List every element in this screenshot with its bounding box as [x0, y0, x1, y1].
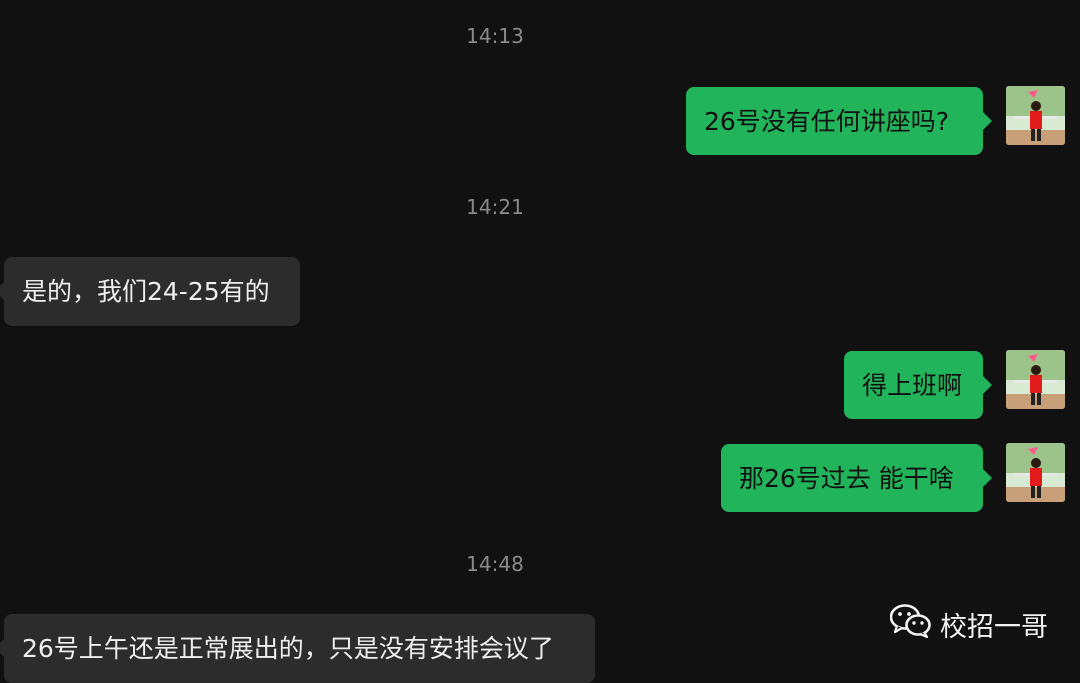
avatar[interactable] — [1006, 350, 1065, 409]
timestamp: 14:13 — [466, 24, 524, 48]
watermark-text: 校招一哥 — [940, 612, 1048, 643]
wechat-icon — [889, 604, 932, 645]
avatar[interactable] — [1006, 443, 1065, 502]
message-bubble-incoming[interactable]: 是的，我们24-25有的 — [0, 257, 300, 326]
avatar-image — [1006, 443, 1065, 502]
avatar[interactable] — [1006, 86, 1065, 145]
message-bubble-incoming[interactable]: 26号上午还是正常展出的，只是没有安排会议了 — [0, 614, 595, 683]
message-bubble-outgoing[interactable]: 得上班啊 — [844, 351, 992, 419]
avatar-image — [1006, 350, 1065, 409]
watermark: 校招一哥 — [889, 604, 1048, 645]
message-bubble-outgoing[interactable]: 26号没有任何讲座吗? — [686, 87, 992, 155]
timestamp: 14:48 — [466, 552, 524, 576]
timestamp: 14:21 — [466, 195, 524, 219]
message-bubble-outgoing[interactable]: 那26号过去 能干啥 — [721, 444, 992, 512]
avatar-image — [1006, 86, 1065, 145]
